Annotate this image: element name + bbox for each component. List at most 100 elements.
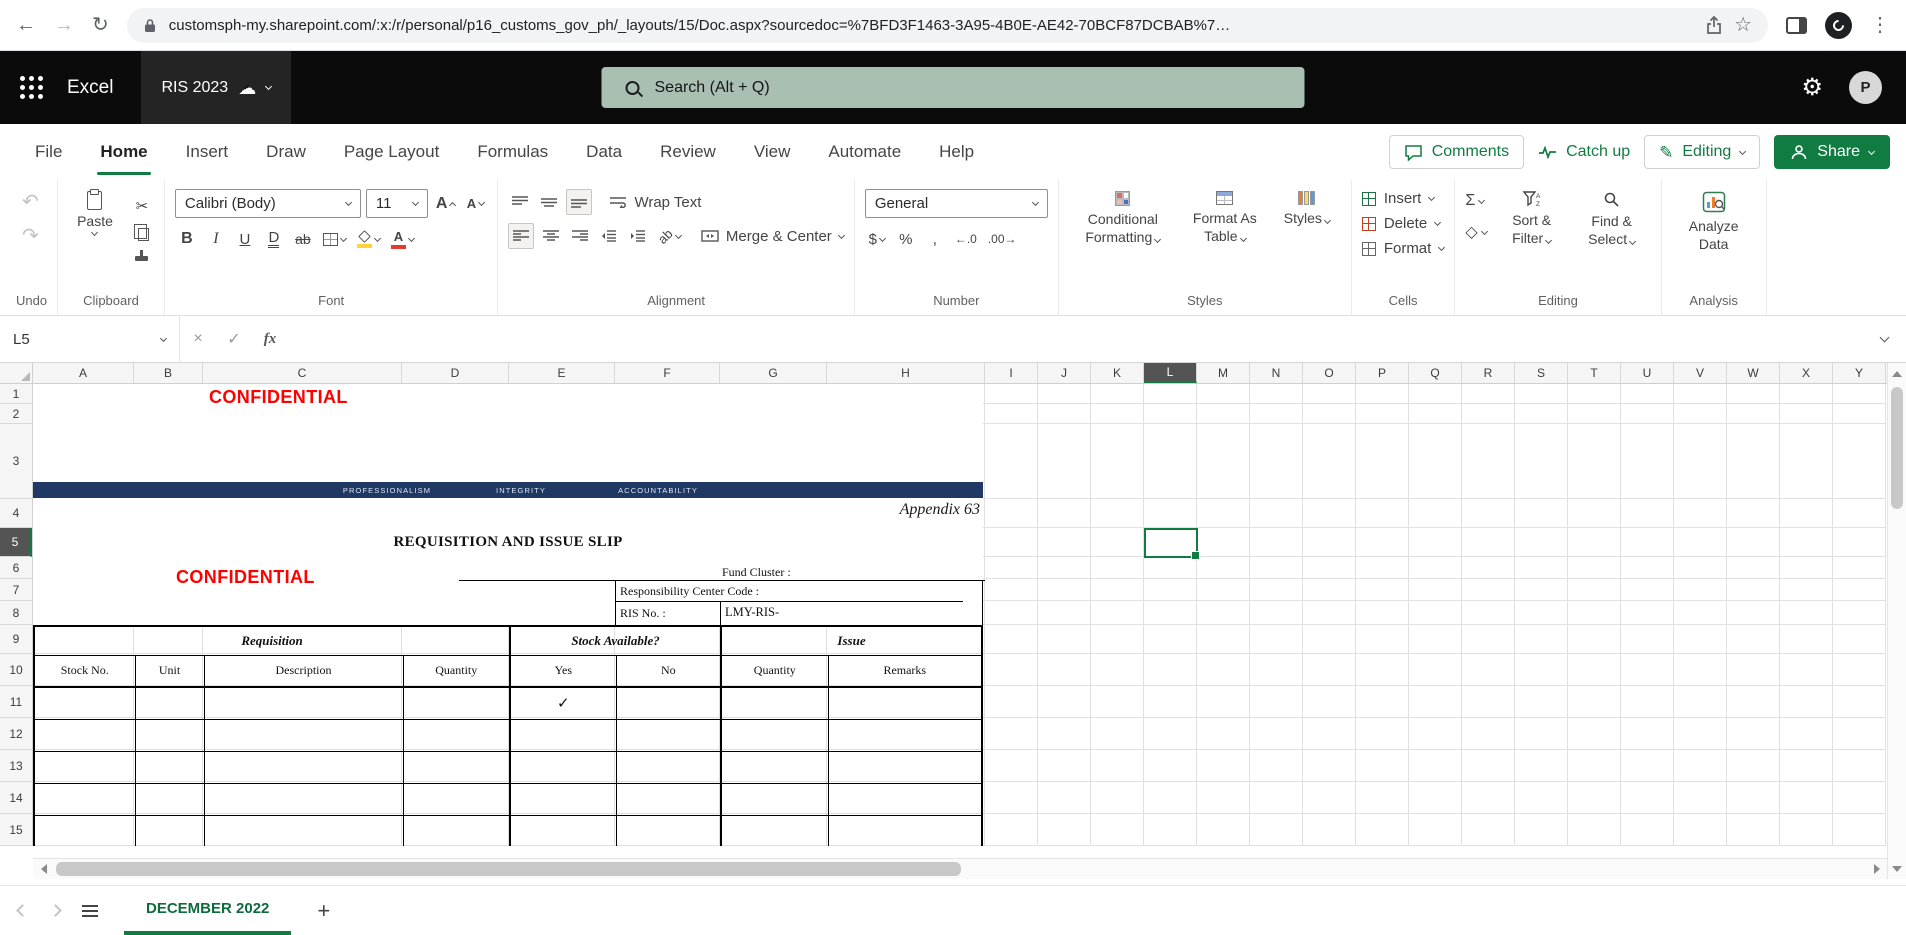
grid-cell[interactable] (1833, 750, 1886, 782)
column-header-B[interactable]: B (134, 363, 203, 383)
grid-cell[interactable] (1409, 601, 1462, 625)
editing-mode-button[interactable]: ✎ Editing (1644, 135, 1761, 169)
grid-cell[interactable] (1462, 686, 1515, 718)
grid-cell[interactable] (1462, 654, 1515, 686)
grid-cell[interactable] (985, 579, 1038, 601)
grid-cell[interactable] (1356, 814, 1409, 846)
grid-cell[interactable] (1250, 625, 1303, 654)
grid-cell[interactable] (1833, 424, 1886, 499)
select-all-corner[interactable] (0, 363, 33, 383)
insert-function-icon[interactable]: fx (252, 331, 288, 348)
grid-cell[interactable] (1515, 686, 1568, 718)
grid-cell[interactable] (1462, 384, 1515, 404)
grid-cell[interactable] (1197, 750, 1250, 782)
grid-cell[interactable] (1674, 718, 1727, 750)
scroll-up-icon[interactable] (1888, 363, 1906, 384)
grid-cell[interactable] (1356, 579, 1409, 601)
grid-cell[interactable] (1038, 750, 1091, 782)
grid-cell[interactable] (1356, 782, 1409, 814)
grid-cell[interactable] (1568, 686, 1621, 718)
column-header-X[interactable]: X (1780, 363, 1833, 383)
undo-icon[interactable]: ↶ (22, 189, 39, 214)
grid-cell[interactable] (1568, 499, 1621, 528)
grid-cell[interactable] (1780, 814, 1833, 846)
percent-format-button[interactable]: % (894, 226, 918, 252)
grid-cell[interactable] (1038, 814, 1091, 846)
grid-cell[interactable] (1409, 654, 1462, 686)
grid-cell[interactable] (1515, 782, 1568, 814)
grid-cell[interactable] (1515, 579, 1568, 601)
shrink-font-button[interactable]: A (463, 191, 487, 217)
paste-button[interactable]: Paste (68, 189, 122, 237)
grid-cell[interactable] (1462, 404, 1515, 424)
grid-cell[interactable] (1780, 654, 1833, 686)
grid-cell[interactable] (1780, 579, 1833, 601)
grow-font-button[interactable]: A (433, 191, 459, 217)
doc-table-cell[interactable] (720, 686, 829, 720)
name-box[interactable]: L5 (0, 316, 180, 362)
grid-cell[interactable] (1303, 750, 1356, 782)
grid-cell[interactable] (1833, 404, 1886, 424)
grid-cell[interactable] (1038, 686, 1091, 718)
grid-cell[interactable] (1515, 654, 1568, 686)
grid-cell[interactable] (1674, 654, 1727, 686)
grid-cell[interactable] (1674, 404, 1727, 424)
conditional-formatting-button[interactable]: Conditional Formatting (1069, 189, 1177, 248)
grid-cell[interactable] (1250, 557, 1303, 579)
decrease-indent-button[interactable] (597, 223, 621, 249)
sheet-tab-december-2022[interactable]: DECEMBER 2022 (124, 886, 292, 935)
grid-cell[interactable] (1091, 814, 1144, 846)
share-page-icon[interactable] (1706, 16, 1722, 34)
doc-table-cell[interactable] (720, 718, 829, 752)
grid-cell[interactable] (1250, 718, 1303, 750)
doc-table-cell[interactable] (615, 750, 723, 784)
grid-cell[interactable] (1197, 814, 1250, 846)
grid-cell[interactable] (985, 750, 1038, 782)
redo-icon[interactable]: ↷ (22, 223, 39, 248)
scroll-right-icon[interactable] (1866, 859, 1887, 879)
grid-cell[interactable] (1409, 718, 1462, 750)
bold-button[interactable]: B (175, 226, 199, 252)
grid-cell[interactable] (1303, 384, 1356, 404)
expand-formula-bar-icon[interactable] (1862, 332, 1906, 342)
italic-button[interactable]: I (204, 226, 228, 252)
doc-table-cell[interactable] (509, 782, 617, 816)
grid-cell[interactable] (1674, 814, 1727, 846)
doc-table-cell[interactable] (509, 750, 617, 784)
doc-table-cell[interactable] (827, 782, 983, 816)
grid-cell[interactable] (1727, 528, 1780, 557)
font-size-select[interactable]: 11 (365, 189, 428, 218)
grid-cell[interactable] (1250, 750, 1303, 782)
column-header-I[interactable]: I (985, 363, 1038, 383)
grid-cell[interactable] (1356, 686, 1409, 718)
grid-cell[interactable] (1144, 750, 1197, 782)
grid-cell[interactable] (1250, 601, 1303, 625)
doc-table-cell[interactable] (402, 782, 512, 816)
doc-table-cell[interactable] (33, 750, 136, 784)
fill-color-button[interactable] (354, 226, 383, 252)
grid-cell[interactable] (985, 557, 1038, 579)
clear-button[interactable]: ◇ (1465, 222, 1488, 242)
format-cells-button[interactable]: Format (1361, 240, 1446, 257)
grid-cell[interactable] (1780, 424, 1833, 499)
grid-cell[interactable] (1144, 654, 1197, 686)
grid-cell[interactable] (1409, 557, 1462, 579)
grid-cell[interactable] (1356, 424, 1409, 499)
share-button[interactable]: Share (1774, 135, 1890, 169)
column-header-D[interactable]: D (402, 363, 509, 383)
doc-table-cell[interactable] (615, 782, 723, 816)
copy-button[interactable] (134, 224, 150, 241)
doc-table-cell[interactable] (134, 686, 205, 720)
grid-cell[interactable] (1197, 718, 1250, 750)
row-header-13[interactable]: 13 (0, 750, 32, 782)
grid-cell[interactable] (1038, 625, 1091, 654)
search-box[interactable]: Search (Alt + Q) (601, 67, 1305, 108)
column-header-K[interactable]: K (1091, 363, 1144, 383)
address-bar[interactable]: customsph-my.sharepoint.com/:x:/r/person… (126, 7, 1768, 43)
grid-cell[interactable] (1462, 557, 1515, 579)
grid-cell[interactable] (1303, 654, 1356, 686)
grid-cell[interactable] (1674, 579, 1727, 601)
extension-icon[interactable] (1825, 11, 1852, 39)
grid-cell[interactable] (1621, 601, 1674, 625)
grid-cell[interactable] (1462, 782, 1515, 814)
